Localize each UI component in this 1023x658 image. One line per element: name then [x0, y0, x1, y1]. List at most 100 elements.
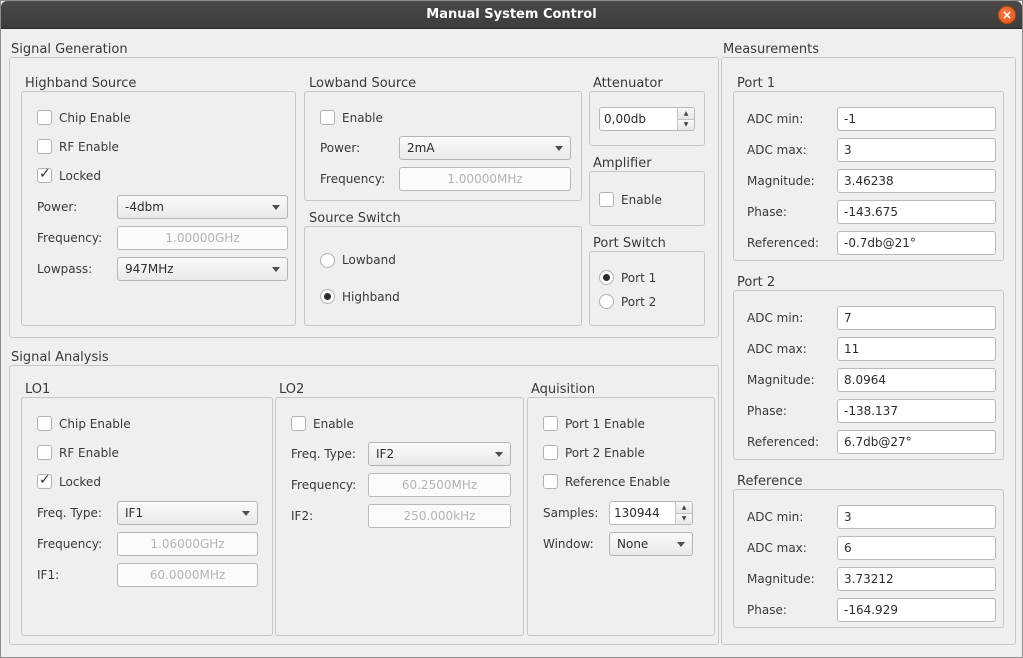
port1-referenced-field[interactable]: [837, 231, 996, 255]
port2-magnitude-field[interactable]: [837, 368, 996, 392]
lowband-frequency-field: [399, 167, 571, 191]
port2-adc-max-label: ADC max:: [747, 342, 807, 357]
measurements-port2-title: Port 2: [737, 275, 775, 290]
lo1-chip-enable-checkbox[interactable]: [37, 416, 52, 431]
acquisition-window-combobox[interactable]: None: [609, 532, 693, 556]
lowband-enable-label: Enable: [342, 111, 383, 126]
amplifier-enable-checkbox[interactable]: [599, 192, 614, 207]
amplifier-enable-label: Enable: [621, 193, 662, 208]
lo2-freq-type-value: IF2: [376, 447, 394, 461]
port2-adc-min-field[interactable]: [837, 306, 996, 330]
samples-spin-buttons: [675, 502, 692, 524]
reference-magnitude-field[interactable]: [837, 567, 996, 591]
port2-phase-field[interactable]: [837, 399, 996, 423]
port-switch-title: Port Switch: [593, 236, 666, 251]
port2-referenced-field[interactable]: [837, 430, 996, 454]
attenuator-title: Attenuator: [593, 76, 663, 91]
lowband-power-combobox[interactable]: 2mA: [399, 136, 571, 160]
lo2-frequency-field: [368, 473, 511, 497]
lowband-frequency-label: Frequency:: [320, 172, 385, 187]
manual-system-control-window: Manual System Control × Signal Generatio…: [0, 0, 1023, 658]
reference-phase-field[interactable]: [837, 598, 996, 622]
acquisition-port2-enable-checkbox[interactable]: [543, 445, 558, 460]
highband-rf-enable-checkbox[interactable]: [37, 139, 52, 154]
highband-frequency-field: [117, 226, 288, 250]
lowband-power-value: 2mA: [407, 141, 435, 155]
port-switch-port1-radio[interactable]: [599, 270, 614, 285]
lo1-locked-label: Locked: [59, 475, 101, 490]
port2-magnitude-label: Magnitude:: [747, 373, 815, 388]
lo2-enable-checkbox[interactable]: [291, 416, 306, 431]
reference-adc-max-label: ADC max:: [747, 541, 807, 556]
port1-referenced-label: Referenced:: [747, 236, 819, 251]
lo1-if1-label: IF1:: [37, 568, 59, 583]
acquisition-samples-spinbox: [609, 501, 693, 525]
lo1-frequency-field: [117, 532, 258, 556]
highband-power-value: -4dbm: [125, 200, 164, 214]
lo1-locked-checkbox[interactable]: [37, 474, 52, 489]
highband-source-title: Highband Source: [25, 76, 136, 91]
lo1-freq-type-value: IF1: [125, 506, 143, 520]
spin-down-button[interactable]: [678, 120, 694, 131]
spin-down-button[interactable]: [676, 514, 692, 525]
port-switch-port2-label: Port 2: [621, 295, 656, 310]
close-button[interactable]: ×: [998, 6, 1016, 24]
reference-adc-max-field[interactable]: [837, 536, 996, 560]
highband-power-combobox[interactable]: -4dbm: [117, 195, 288, 219]
port1-magnitude-field[interactable]: [837, 169, 996, 193]
port2-adc-min-label: ADC min:: [747, 311, 803, 326]
measurements-title: Measurements: [723, 42, 819, 57]
highband-chip-enable-checkbox[interactable]: [37, 110, 52, 125]
titlebar[interactable]: Manual System Control ×: [1, 1, 1022, 29]
lo1-title: LO1: [25, 382, 50, 397]
port1-phase-field[interactable]: [837, 200, 996, 224]
port2-referenced-label: Referenced:: [747, 435, 819, 450]
signal-generation-title: Signal Generation: [11, 42, 128, 57]
attenuator-spin-buttons: [677, 108, 694, 130]
lo2-if2-label: IF2:: [291, 509, 313, 524]
highband-lowpass-combobox[interactable]: 947MHz: [117, 257, 288, 281]
highband-locked-label: Locked: [59, 169, 101, 184]
highband-frequency-label: Frequency:: [37, 231, 102, 246]
source-switch-lowband-label: Lowband: [342, 253, 396, 268]
lo1-freq-type-combobox[interactable]: IF1: [117, 501, 258, 525]
highband-power-label: Power:: [37, 200, 77, 215]
acquisition-reference-enable-checkbox[interactable]: [543, 474, 558, 489]
port1-adc-max-field[interactable]: [837, 138, 996, 162]
port1-adc-min-field[interactable]: [837, 107, 996, 131]
lo1-rf-enable-checkbox[interactable]: [37, 445, 52, 460]
reference-adc-min-field[interactable]: [837, 505, 996, 529]
spin-up-button[interactable]: [676, 502, 692, 514]
port1-adc-min-label: ADC min:: [747, 112, 803, 127]
lo1-rf-enable-label: RF Enable: [59, 446, 119, 461]
acquisition-window-value: None: [617, 537, 648, 551]
attenuator-spin-input[interactable]: [600, 108, 677, 130]
acquisition-title: Aquisition: [531, 382, 595, 397]
source-switch-lowband-radio[interactable]: [320, 253, 335, 268]
chevron-down-icon: [555, 146, 563, 151]
lo1-if1-field: [117, 563, 258, 587]
highband-locked-checkbox[interactable]: [37, 168, 52, 183]
source-switch-title: Source Switch: [309, 211, 401, 226]
close-icon: ×: [999, 7, 1015, 23]
lo1-chip-enable-label: Chip Enable: [59, 417, 131, 432]
acquisition-port1-enable-checkbox[interactable]: [543, 416, 558, 431]
spin-up-button[interactable]: [678, 108, 694, 120]
highband-chip-enable-label: Chip Enable: [59, 111, 131, 126]
window-title: Manual System Control: [426, 7, 596, 22]
lo2-title: LO2: [279, 382, 304, 397]
highband-rf-enable-label: RF Enable: [59, 140, 119, 155]
measurements-reference-title: Reference: [737, 474, 802, 489]
chevron-down-icon: [677, 542, 685, 547]
port1-adc-max-label: ADC max:: [747, 143, 807, 158]
source-switch-highband-radio[interactable]: [320, 289, 335, 304]
port2-adc-max-field[interactable]: [837, 337, 996, 361]
lowband-enable-checkbox[interactable]: [320, 110, 335, 125]
acquisition-window-label: Window:: [543, 537, 594, 552]
lo2-enable-label: Enable: [313, 417, 354, 432]
port-switch-port2-radio[interactable]: [599, 294, 614, 309]
source-switch-frame: [304, 226, 582, 326]
samples-spin-input[interactable]: [610, 502, 675, 524]
reference-adc-min-label: ADC min:: [747, 510, 803, 525]
lo2-freq-type-combobox[interactable]: IF2: [368, 442, 511, 466]
